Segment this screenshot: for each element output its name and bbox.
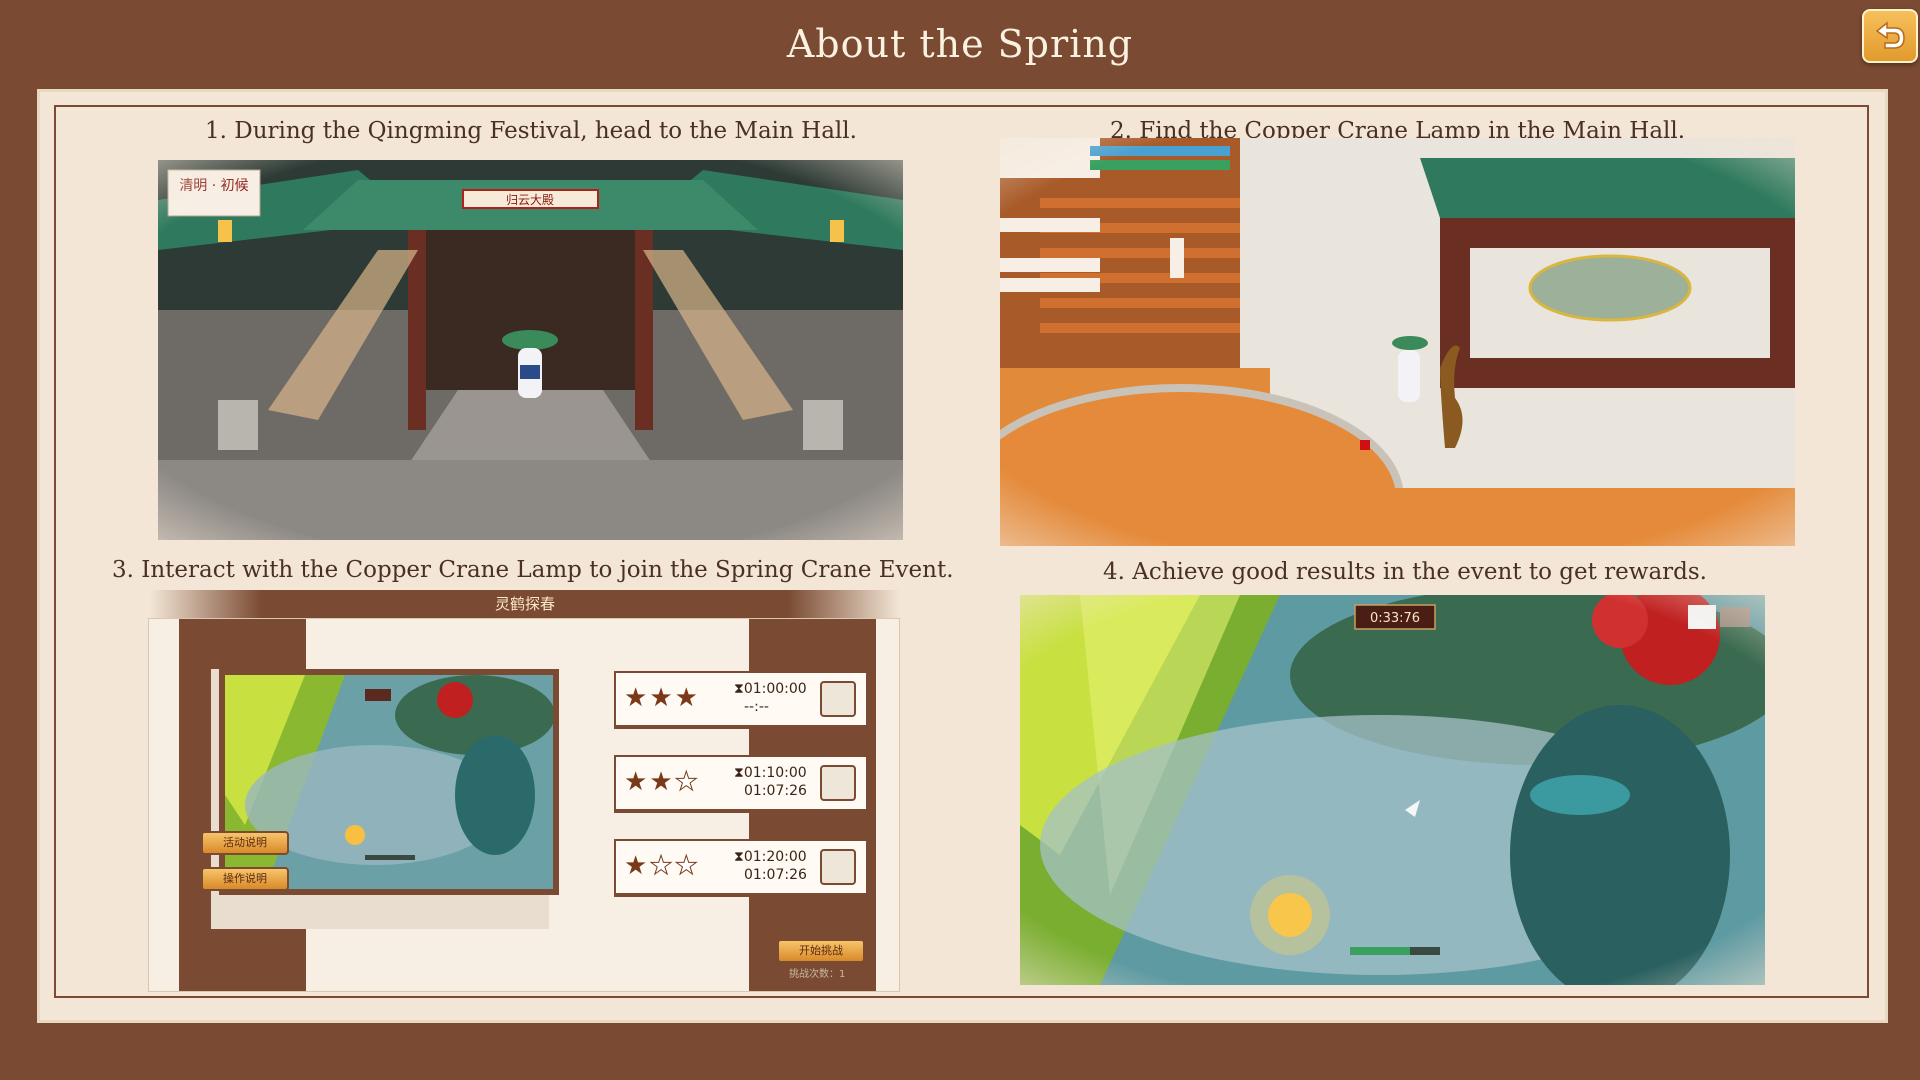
star-icon: ★ bbox=[624, 767, 650, 797]
hourglass-icon: ⧗ bbox=[734, 849, 744, 865]
step-3-caption: 3. Interact with the Copper Crane Lamp t… bbox=[112, 557, 954, 583]
hourglass-icon: ⧗ bbox=[734, 681, 744, 697]
reward-item-icon[interactable] bbox=[820, 849, 856, 885]
reward-item-icon[interactable] bbox=[820, 765, 856, 801]
step-4-caption: 4. Achieve good results in the event to … bbox=[1103, 559, 1707, 585]
event-timer: 0:33:76 bbox=[1370, 611, 1420, 626]
tier-target-time: ⧗01:20:00 bbox=[734, 849, 807, 865]
page-title: About the Spring bbox=[786, 22, 1134, 66]
back-button[interactable] bbox=[1862, 9, 1918, 63]
star-rating: ★★★ bbox=[624, 685, 700, 711]
tier-best-time: 01:07:26 bbox=[744, 783, 807, 799]
star-icon: ★ bbox=[674, 683, 700, 713]
star-icon: ★ bbox=[649, 767, 675, 797]
start-challenge-button[interactable]: 开始挑战 bbox=[777, 939, 865, 963]
star-icon: ★ bbox=[674, 767, 700, 797]
season-sign: 清明 · 初候 bbox=[179, 177, 248, 194]
tier-target-time: ⧗01:10:00 bbox=[734, 765, 807, 781]
event-dialog-body: 活动说明 操作说明 ★★★ ⧗01:00:00 --:-- ★★★ ⧗01:10… bbox=[148, 618, 900, 992]
attempts-counter: 挑战次数：1 bbox=[789, 969, 846, 980]
step-4-screenshot: 0:33:76 bbox=[1020, 595, 1765, 985]
tier-best-time: --:-- bbox=[744, 699, 769, 715]
star-icon: ★ bbox=[624, 851, 650, 881]
tier-2-stars: ★★★ ⧗01:10:00 01:07:26 bbox=[614, 755, 868, 811]
step-2-screenshot bbox=[1000, 138, 1795, 546]
controls-info-button[interactable]: 操作说明 bbox=[201, 867, 289, 891]
star-icon: ★ bbox=[649, 683, 675, 713]
tier-3-stars: ★★★ ⧗01:00:00 --:-- bbox=[614, 671, 868, 727]
tier-1-star: ★★★ ⧗01:20:00 01:07:26 bbox=[614, 839, 868, 895]
tier-target-time: ⧗01:00:00 bbox=[734, 681, 807, 697]
activity-info-button[interactable]: 活动说明 bbox=[201, 831, 289, 855]
back-arrow-icon bbox=[1875, 21, 1905, 49]
event-dialog-title: 灵鹤探春 bbox=[150, 590, 900, 618]
event-preview bbox=[219, 669, 559, 895]
star-rating: ★★★ bbox=[624, 851, 700, 881]
step-1-screenshot: 归云大殿 清明 · 初候 bbox=[158, 160, 903, 540]
step-1-caption: 1. During the Qingming Festival, head to… bbox=[205, 118, 857, 144]
hourglass-icon: ⧗ bbox=[734, 765, 744, 781]
reward-item-icon[interactable] bbox=[820, 681, 856, 717]
star-rating: ★★★ bbox=[624, 767, 700, 797]
event-dialog: 灵鹤探春 活动说明 操作说明 ★★★ ⧗01:00:00 --:-- ★★★ ⧗… bbox=[140, 590, 910, 992]
star-icon: ★ bbox=[649, 851, 675, 881]
tier-best-time: 01:07:26 bbox=[744, 867, 807, 883]
hall-plaque: 归云大殿 bbox=[506, 193, 554, 207]
star-icon: ★ bbox=[624, 683, 650, 713]
star-icon: ★ bbox=[674, 851, 700, 881]
